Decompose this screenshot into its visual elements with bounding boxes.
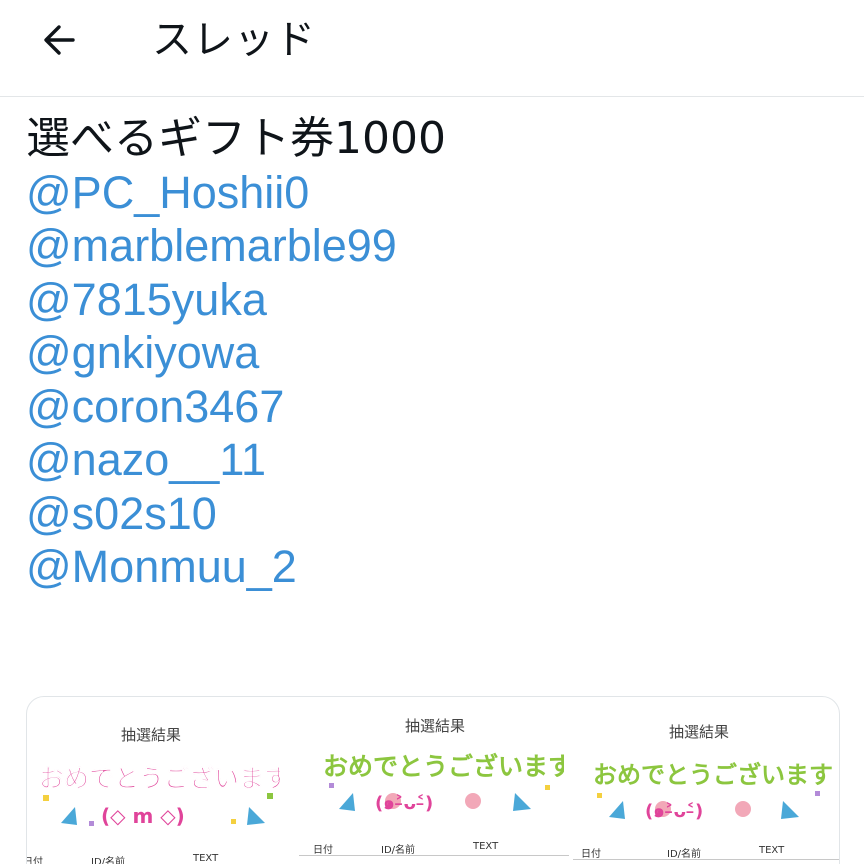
result-image-1[interactable]: 抽選結果 おめでとうございます (◇ m ◇) 日付 ID/名前 TEXT [27, 697, 297, 864]
column-id: ID/名前 [667, 849, 702, 860]
face-text: (๑˃̵ᴗ˂̵) [375, 793, 433, 814]
mention-link[interactable]: @gnkiyowa [26, 326, 846, 380]
congrats-banner: おめでとうございます (◇ m ◇) [39, 764, 280, 828]
column-date: 日付 [581, 849, 601, 860]
banner-text: おめでとうございます [593, 761, 833, 789]
column-date: 日付 [313, 845, 333, 856]
attached-image-card[interactable]: 抽選結果 おめでとうございます (◇ m ◇) 日付 ID/名前 TEXT 抽選… [26, 696, 840, 864]
mention-link[interactable]: @s02s10 [26, 487, 846, 541]
back-button[interactable] [30, 16, 88, 64]
result-image-3[interactable]: 抽選結果 おめでとうございます (๑˃̵ᴗ˂̵) 日付 ID/名前 TEXT [573, 697, 839, 864]
table-rule [299, 855, 569, 856]
top-bar: スレッド [0, 0, 864, 97]
column-text: TEXT [473, 841, 499, 852]
face-text: (◇ m ◇) [101, 804, 185, 828]
result-image-2[interactable]: 抽選結果 おめでとうございます (๑˃̵ᴗ˂̵) 日付 ID/名前 TEXT [299, 697, 569, 864]
mention-link[interactable]: @nazo__11 [26, 433, 846, 487]
congrats-banner: おめでとうございます (๑˃̵ᴗ˂̵) [593, 761, 833, 822]
mention-link[interactable]: @coron3467 [26, 380, 846, 434]
column-id: ID/名前 [381, 845, 416, 856]
face-text: (๑˃̵ᴗ˂̵) [645, 801, 703, 822]
panel-title: 抽選結果 [669, 723, 730, 741]
page-title: スレッド [152, 17, 316, 63]
tweet-first-line: 選べるギフト券1000 [26, 113, 446, 164]
tweet-body: 選べるギフト券1000 @PC_Hoshii0 @marblemarble99 … [26, 112, 846, 594]
table-rule [573, 859, 839, 860]
column-id: ID/名前 [91, 857, 126, 864]
panel-title: 抽選結果 [405, 717, 466, 735]
banner-text: おめでとうございます [39, 764, 280, 793]
mention-link[interactable]: @PC_Hoshii0 [26, 166, 846, 220]
panel-title: 抽選結果 [121, 726, 182, 744]
column-text: TEXT [759, 845, 785, 856]
column-text: TEXT [193, 853, 219, 864]
arrow-left-icon [44, 25, 75, 55]
mention-link[interactable]: @Monmuu_2 [26, 540, 846, 594]
banner-text: おめでとうございます [323, 752, 564, 781]
column-date: 日付 [27, 857, 43, 864]
mention-link[interactable]: @7815yuka [26, 273, 846, 327]
mention-link[interactable]: @marblemarble99 [26, 219, 846, 273]
congrats-banner: おめでとうございます (๑˃̵ᴗ˂̵) [323, 752, 564, 814]
